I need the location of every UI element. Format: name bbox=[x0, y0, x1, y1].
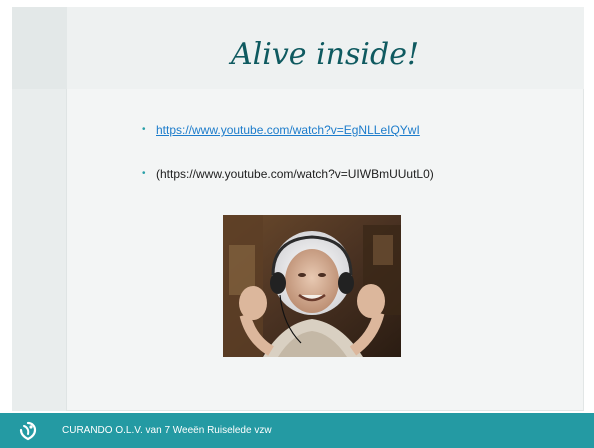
footer-bar: CURANDO O.L.V. van 7 Weeën Ruiselede vzw bbox=[0, 413, 594, 448]
elderly-woman-headphones-photo bbox=[223, 215, 401, 357]
curando-logo-icon bbox=[19, 421, 37, 441]
bullet-dot-icon: • bbox=[142, 124, 146, 135]
bullet-item-text: • (https://www.youtube.com/watch?v=UIWBm… bbox=[140, 166, 560, 182]
footer-text: CURANDO O.L.V. van 7 Weeën Ruiselede vzw bbox=[62, 425, 272, 436]
alternate-url-text: (https://www.youtube.com/watch?v=UIWBmUU… bbox=[156, 167, 434, 181]
bullet-item-link: • https://www.youtube.com/watch?v=EgNLLe… bbox=[140, 122, 560, 138]
bullet-list: • https://www.youtube.com/watch?v=EgNLLe… bbox=[140, 122, 560, 182]
top-left-accent-block bbox=[12, 7, 67, 89]
youtube-link[interactable]: https://www.youtube.com/watch?v=EgNLLeIQ… bbox=[156, 123, 420, 137]
bullet-dot-icon: • bbox=[142, 168, 146, 179]
slide-title: Alive inside! bbox=[230, 37, 419, 72]
slide: Alive inside! • https://www.youtube.com/… bbox=[0, 0, 594, 448]
